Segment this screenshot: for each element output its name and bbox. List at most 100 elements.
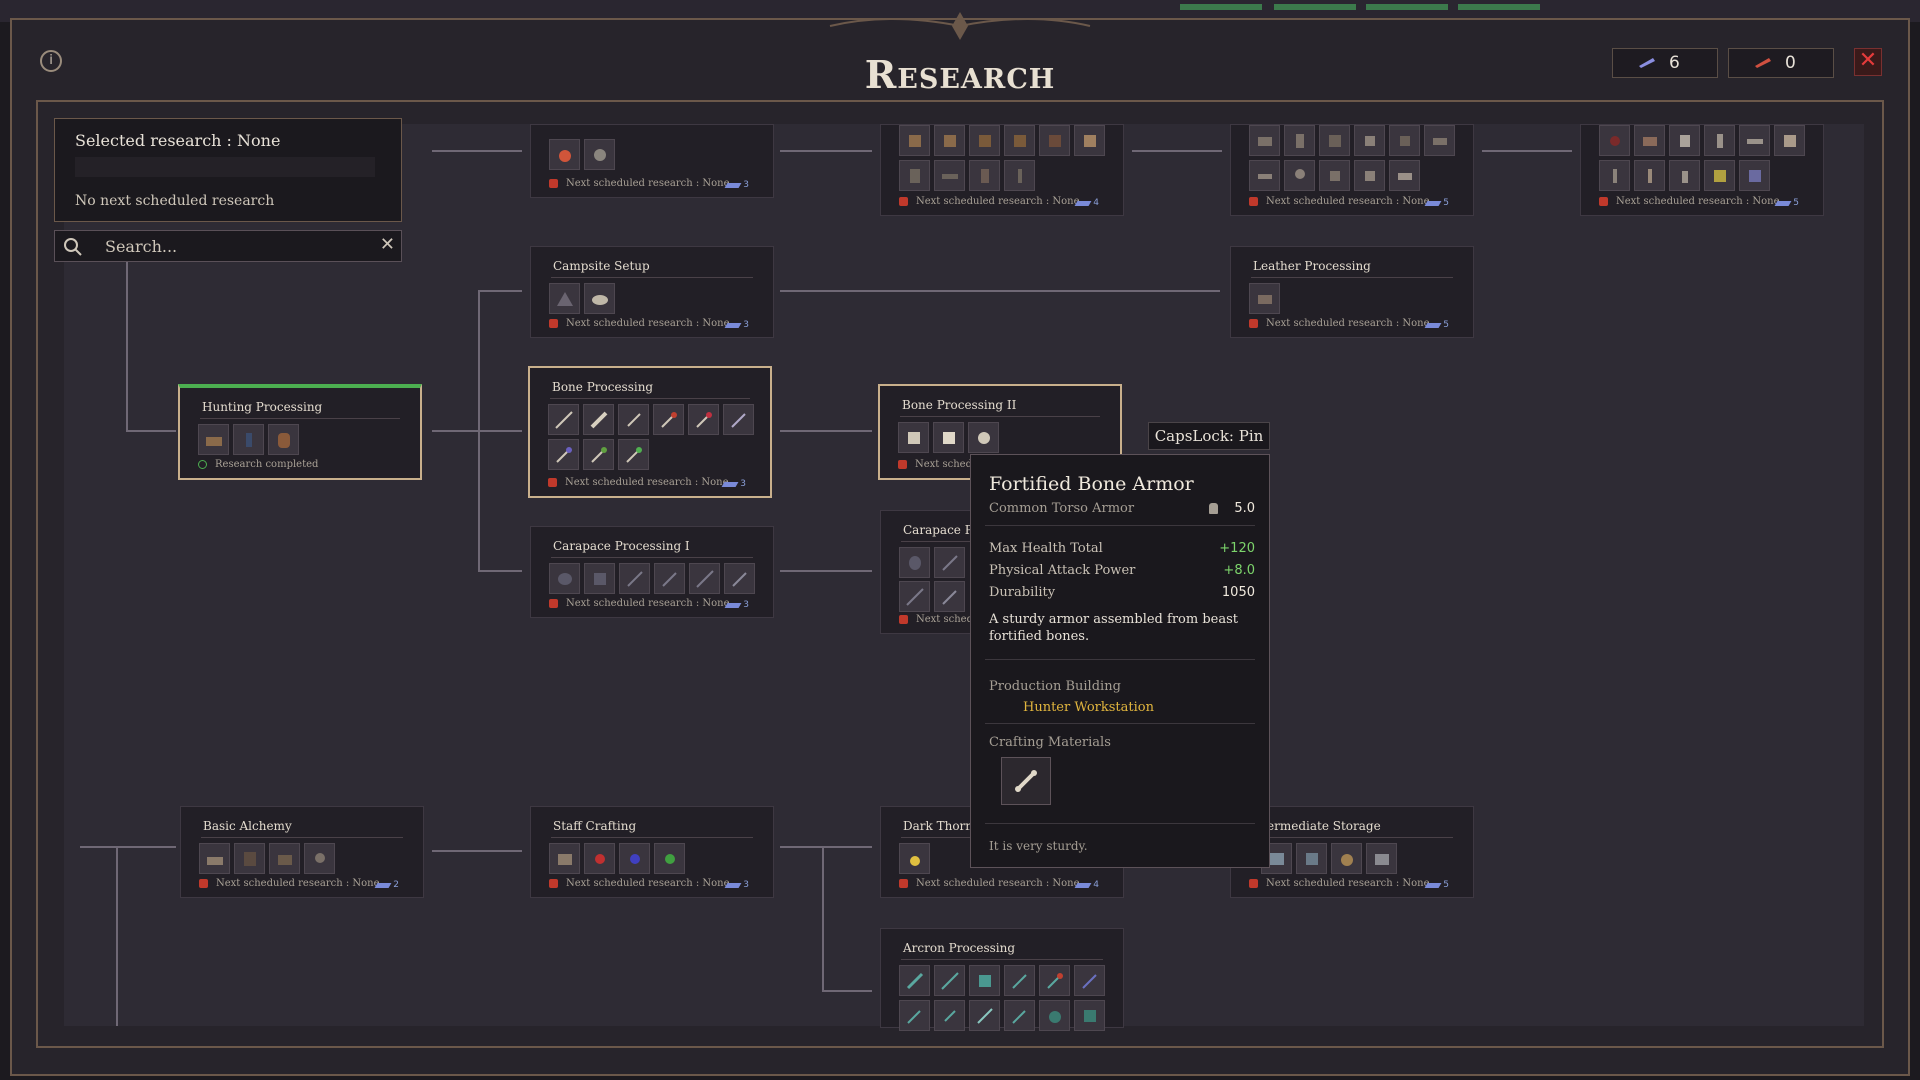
node-status: Next scheduled research : None xyxy=(216,878,380,889)
node-title: Carapace Processing I xyxy=(553,539,690,553)
tree-connector xyxy=(780,570,872,572)
node-status: Next scheduled research : None xyxy=(1266,878,1430,889)
node-cost: 3 xyxy=(743,880,749,890)
arcron-staff-icon xyxy=(1074,965,1105,996)
tree-connector xyxy=(780,430,872,432)
item-name: Fortified Bone Armor xyxy=(989,473,1194,495)
info-button[interactable]: i xyxy=(40,50,62,72)
decor-icon xyxy=(1634,160,1665,191)
furniture-icon xyxy=(1319,125,1350,156)
research-node-top-1[interactable]: Next scheduled research : None 3 xyxy=(530,124,774,198)
tree-connector xyxy=(478,290,480,570)
node-cost: 3 xyxy=(743,180,749,190)
node-title: Campsite Setup xyxy=(553,259,650,273)
lock-icon xyxy=(549,599,558,608)
furniture-icon xyxy=(1249,125,1280,156)
potion-icon xyxy=(899,843,930,874)
hud-bar xyxy=(1366,4,1448,10)
lock-icon xyxy=(1249,319,1258,328)
tent-icon xyxy=(549,283,580,314)
lock-icon xyxy=(899,879,908,888)
research-point-blue-icon xyxy=(1637,53,1657,73)
research-node-top-4[interactable]: Next scheduled research : None 5 xyxy=(1580,124,1824,216)
research-node-carapace-processing-i[interactable]: Carapace Processing I Next scheduled res… xyxy=(530,526,774,618)
bone-wand-icon xyxy=(618,439,649,470)
search-input[interactable]: Search... ✕ xyxy=(54,230,402,262)
furniture-icon xyxy=(1424,125,1455,156)
research-node-arcron-processing[interactable]: Arcron Processing xyxy=(880,928,1124,1031)
node-title: Bone Processing II xyxy=(902,398,1017,412)
node-title: Bone Processing xyxy=(552,380,654,394)
research-progress-bar xyxy=(75,157,375,177)
bedroll-icon xyxy=(584,283,615,314)
research-node-top-3[interactable]: Next scheduled research : None 5 xyxy=(1230,124,1474,216)
bone-mace-icon xyxy=(688,404,719,435)
node-title: Arcron Processing xyxy=(903,941,1016,955)
chest-icon xyxy=(269,843,300,874)
node-status: Next scheduled research : None xyxy=(1266,318,1430,329)
bone-staff-icon xyxy=(723,404,754,435)
clear-search-icon[interactable]: ✕ xyxy=(380,234,395,255)
tree-connector xyxy=(478,290,522,292)
node-cost: 2 xyxy=(393,880,399,890)
hide-icon xyxy=(268,424,299,455)
node-title: ermediate Storage xyxy=(1267,819,1381,833)
stone-icon xyxy=(584,139,615,170)
bone-club-icon xyxy=(583,404,614,435)
quill-icon xyxy=(1424,882,1442,888)
close-button[interactable]: ✕ xyxy=(1854,48,1882,76)
node-cost: 4 xyxy=(1093,880,1099,890)
item-description: A sturdy armor assembled from beast fort… xyxy=(989,612,1238,644)
research-node-basic-alchemy[interactable]: Basic Alchemy Next scheduled research : … xyxy=(180,806,424,898)
tree-connector xyxy=(822,846,824,992)
lock-icon xyxy=(899,615,908,624)
tree-connector xyxy=(126,262,128,432)
quill-icon xyxy=(724,882,742,888)
tree-connector xyxy=(1132,150,1222,152)
fortified-bone-armor-icon xyxy=(933,422,964,453)
bone-spear-icon xyxy=(548,404,579,435)
node-cost: 5 xyxy=(1443,198,1449,208)
furniture-icon xyxy=(1389,125,1420,156)
research-node-bone-processing[interactable]: Bone Processing Next scheduled research … xyxy=(528,366,772,498)
search-placeholder: Search... xyxy=(105,237,178,256)
lock-icon xyxy=(1599,197,1608,206)
node-status: Next scheduled research : None xyxy=(916,196,1080,207)
research-node-leather-processing[interactable]: Leather Processing Next scheduled resear… xyxy=(1230,246,1474,338)
research-node-campsite-setup[interactable]: Campsite Setup Next scheduled research :… xyxy=(530,246,774,338)
decor-icon xyxy=(1669,160,1700,191)
tree-connector xyxy=(822,990,872,992)
alchemy-table-icon xyxy=(199,843,230,874)
node-status: Next sched xyxy=(915,459,972,470)
carapace-armor-icon xyxy=(584,563,615,594)
furniture-icon xyxy=(1389,160,1420,191)
item-type: Common Torso Armor xyxy=(989,501,1135,516)
title-ornament xyxy=(829,12,1091,40)
tree-connector xyxy=(80,846,176,848)
arcron-sword-icon xyxy=(969,1000,1000,1031)
node-status: Next scheduled research : None xyxy=(916,878,1080,889)
decor-icon xyxy=(1704,125,1735,156)
lock-icon xyxy=(549,179,558,188)
research-node-hunting-processing[interactable]: Hunting Processing Research completed xyxy=(178,384,422,480)
lock-icon xyxy=(549,319,558,328)
arcron-axe-icon xyxy=(1004,965,1035,996)
weight-icon xyxy=(1209,503,1219,514)
furniture-icon xyxy=(1249,160,1280,191)
research-node-top-2[interactable]: Next scheduled research : None 4 xyxy=(880,124,1124,216)
selected-research-label: Selected research : None xyxy=(75,131,281,150)
lock-icon xyxy=(549,879,558,888)
node-title: Hunting Processing xyxy=(202,400,323,414)
crate-icon xyxy=(1039,125,1070,156)
node-cost: 3 xyxy=(743,600,749,610)
capslock-pin-hint: CapsLock: Pin xyxy=(1148,422,1270,450)
bone-knife-icon xyxy=(618,404,649,435)
blue-gem-icon xyxy=(619,843,650,874)
hud-bar xyxy=(1180,4,1262,10)
research-node-staff-crafting[interactable]: Staff Crafting Next scheduled research :… xyxy=(530,806,774,898)
crate-icon xyxy=(899,125,930,156)
quill-icon xyxy=(1774,200,1792,206)
lock-icon xyxy=(899,197,908,206)
red-gem-icon xyxy=(584,843,615,874)
resource-value: 6 xyxy=(1669,53,1680,73)
